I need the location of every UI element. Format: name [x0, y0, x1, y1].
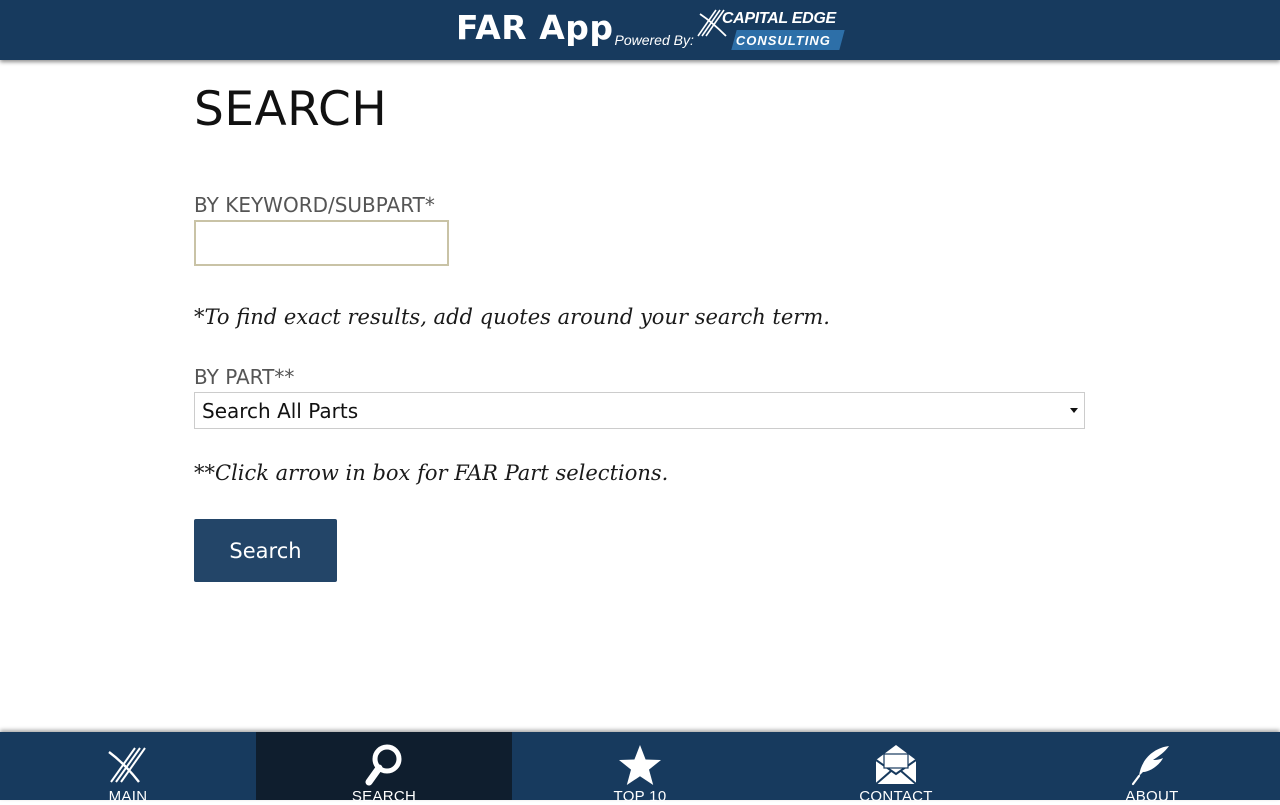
keyword-hint: *To find exact results, add quotes aroun… — [194, 305, 830, 329]
app-header: FAR App Powered By: CAPITAL EDGE CONSULT… — [0, 0, 1280, 60]
logo-line2: CONSULTING — [735, 33, 831, 48]
nav-item-top-10[interactable]: TOP 10 — [512, 732, 768, 805]
capital-edge-consulting-logo: CAPITAL EDGE CONSULTING — [694, 6, 845, 56]
part-hint: **Click arrow in box for FAR Part select… — [194, 461, 669, 485]
nav-item-contact[interactable]: CONTACT — [768, 732, 1024, 805]
app-title: FAR App — [456, 8, 614, 47]
nav-label-main: MAIN — [108, 788, 148, 805]
nav-label-top-10: TOP 10 — [613, 788, 667, 805]
powered-by-text: Powered By: — [614, 32, 694, 48]
part-select[interactable]: Search All Parts — [194, 392, 1085, 429]
nav-label-search: SEARCH — [351, 788, 417, 805]
brand: FAR App Powered By: CAPITAL EDGE CONSULT… — [456, 6, 845, 56]
keyword-label: BY KEYWORD/SUBPART* — [194, 193, 435, 217]
search-button[interactable]: Search — [194, 519, 337, 582]
feather-icon — [1131, 746, 1169, 786]
envelope-icon — [875, 745, 917, 785]
part-select-value: Search All Parts — [202, 399, 359, 423]
bottom-nav: MAIN SEARCH TOP 10 CONTACT ABOUT — [0, 732, 1280, 805]
logo-line1: CAPITAL EDGE — [721, 10, 836, 27]
nav-item-search[interactable]: SEARCH — [256, 732, 512, 805]
nav-label-contact: CONTACT — [859, 788, 933, 805]
nav-label-about: ABOUT — [1125, 788, 1179, 805]
magnifier-icon — [365, 744, 402, 786]
quill-logo-icon — [108, 747, 146, 783]
dropdown-arrow-icon[interactable] — [1070, 408, 1078, 413]
star-icon — [619, 745, 661, 785]
nav-item-about[interactable]: ABOUT — [1024, 732, 1280, 805]
page-title: SEARCH — [194, 82, 388, 137]
keyword-input[interactable] — [194, 220, 449, 266]
nav-item-main[interactable]: MAIN — [0, 732, 256, 805]
part-label: BY PART** — [194, 365, 295, 389]
